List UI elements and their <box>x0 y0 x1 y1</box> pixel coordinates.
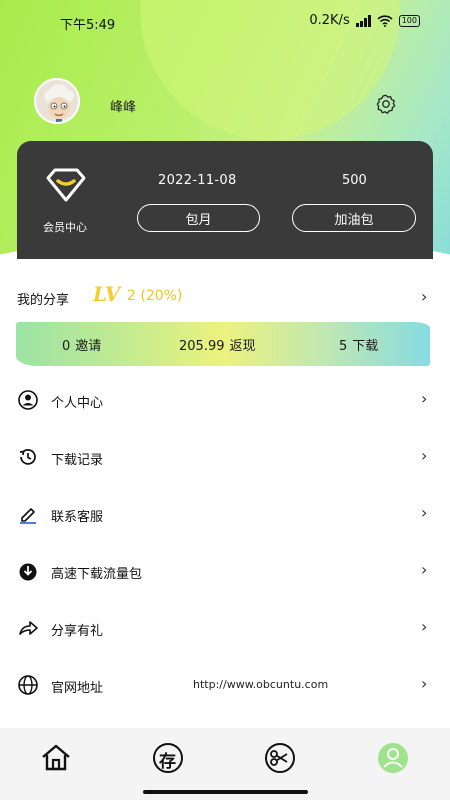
vip-diamond-icon[interactable] <box>42 166 90 206</box>
stat-cashback-value: 205.99 <box>179 339 225 354</box>
edit-pencil-icon <box>20 508 36 524</box>
stat-invites-value: 0 <box>62 339 71 354</box>
status-time: 下午5:49 <box>60 18 116 33</box>
vip-center-label[interactable]: 会员中心 <box>43 219 87 235</box>
menu-item-speed-pack[interactable]: 高速下载流量包 › <box>0 551 450 591</box>
stat-cashback[interactable]: 205.99 返现 <box>179 335 256 354</box>
menu-label: 下载记录 <box>51 453 104 468</box>
chevron-right-icon: › <box>421 503 428 522</box>
network-speed: 0.2K/s <box>309 13 350 28</box>
menu-label: 官网地址 <box>51 681 104 696</box>
stat-downloads-value: 5 <box>339 339 348 354</box>
home-icon <box>42 744 70 771</box>
menu-label: 高速下载流量包 <box>51 567 143 582</box>
chevron-right-icon: › <box>421 389 428 408</box>
menu-label: 个人中心 <box>51 396 104 411</box>
globe-icon <box>18 675 38 695</box>
tab-profile[interactable] <box>376 741 410 775</box>
status-indicators: 0.2K/s 100 <box>309 13 420 28</box>
share-level: 2 (20%) <box>127 288 183 304</box>
addon-pack-button[interactable]: 加油包 <box>292 204 416 232</box>
tab-cut[interactable] <box>263 741 297 775</box>
stat-downloads[interactable]: 5 下载 <box>339 335 378 354</box>
tab-store[interactable]: 存 <box>151 741 185 775</box>
chevron-right-icon: › <box>421 674 428 693</box>
status-bar: 下午5:49 0.2K/s 100 <box>0 0 450 42</box>
my-share-row[interactable]: 我的分享 LV 2 (20%) › <box>0 280 450 314</box>
scissors-icon <box>265 743 295 773</box>
diamond-icon <box>46 168 86 202</box>
monthly-button[interactable]: 包月 <box>137 204 260 232</box>
share-arrow-icon <box>19 621 38 635</box>
chevron-right-icon: › <box>421 446 428 465</box>
menu-item-personal-center[interactable]: 个人中心 › <box>0 380 450 420</box>
stat-invites[interactable]: 0 邀请 <box>62 335 101 354</box>
store-glyph: 存 <box>159 752 176 772</box>
battery-icon: 100 <box>398 14 420 27</box>
profile-icon <box>378 743 408 773</box>
share-title: 我的分享 <box>17 293 70 308</box>
stat-downloads-label: 下载 <box>352 339 379 354</box>
chevron-right-icon: › <box>421 560 428 579</box>
gear-icon <box>376 94 396 114</box>
history-icon <box>19 449 36 465</box>
avatar[interactable] <box>34 78 80 124</box>
menu-item-share-gift[interactable]: 分享有礼 › <box>0 608 450 648</box>
menu-item-download-history[interactable]: 下载记录 › <box>0 437 450 477</box>
chevron-right-icon: › <box>421 287 428 306</box>
vip-count: 500 <box>342 173 367 188</box>
settings-button[interactable] <box>375 93 397 115</box>
tab-home[interactable] <box>39 741 73 775</box>
username: 峰峰 <box>110 100 137 115</box>
person-circle-icon <box>18 390 38 410</box>
menu-label: 联系客服 <box>51 510 104 525</box>
home-indicator[interactable] <box>143 790 308 794</box>
level-badge: LV <box>93 282 121 306</box>
chevron-right-icon: › <box>421 617 428 636</box>
menu-label: 分享有礼 <box>51 624 104 639</box>
signal-icon <box>355 14 371 27</box>
vip-expiry-date: 2022-11-08 <box>158 173 237 188</box>
official-site-url[interactable]: http://www.obcuntu.com <box>193 678 328 691</box>
stat-invites-label: 邀请 <box>75 339 102 354</box>
wifi-icon <box>377 14 393 27</box>
menu-item-customer-service[interactable]: 联系客服 › <box>0 494 450 534</box>
stat-cashback-label: 返现 <box>229 339 256 354</box>
menu-item-official-site[interactable]: 官网地址 http://www.obcuntu.com › <box>0 665 450 705</box>
download-circle-icon <box>19 563 37 581</box>
